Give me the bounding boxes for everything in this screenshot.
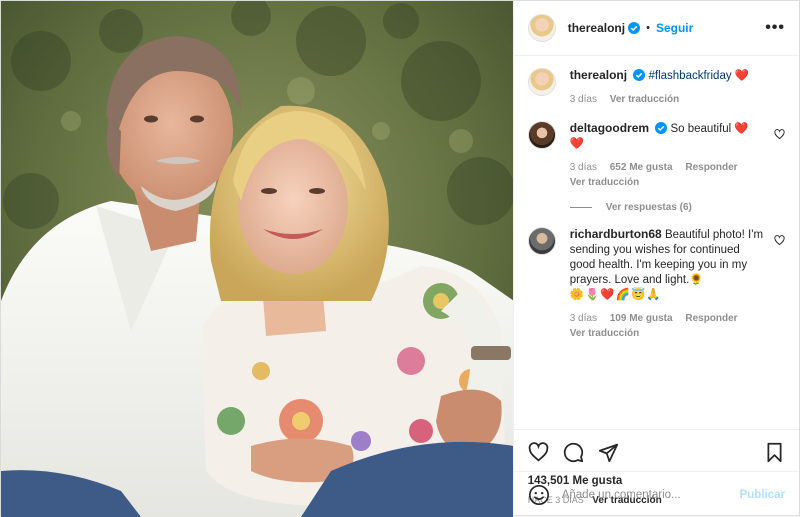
comments-list: therealonj #flashbackfriday ❤️ 3 días Ve… (514, 56, 799, 429)
comment-meta: 3 días 109 Me gusta Responder Ver traduc… (570, 311, 767, 341)
comment-like-heart-icon[interactable] (774, 129, 785, 140)
caption: therealonj #flashbackfriday ❤️ 3 días Ve… (527, 68, 785, 107)
author-avatar[interactable] (527, 14, 556, 42)
comment-likes[interactable]: 652 Me gusta (610, 162, 673, 173)
separator-dot: • (646, 22, 650, 34)
reply-button[interactable]: Responder (685, 162, 737, 173)
author-info: therealonj • Seguir (568, 21, 694, 35)
comment-translate[interactable]: Ver traducción (570, 328, 639, 339)
verified-badge-icon (655, 122, 668, 134)
view-replies-label[interactable]: Ver respuestas (6) (606, 202, 692, 213)
commenter-username[interactable]: deltagoodrem (570, 121, 649, 135)
comment-translate[interactable]: Ver traducción (570, 177, 639, 188)
commenter-avatar[interactable] (527, 227, 556, 255)
comment-time[interactable]: 3 días (570, 313, 597, 324)
comment-text: So beautiful ❤️ (670, 123, 749, 135)
post-side-panel: therealonj • Seguir ••• therealonj #flas… (512, 1, 799, 517)
instagram-post: therealonj • Seguir ••• therealonj #flas… (0, 0, 800, 517)
comment-body: richardburton68 Beautiful photo! I'm sen… (570, 227, 785, 341)
comment-composer: Publicar (513, 471, 799, 517)
post-photo[interactable] (1, 1, 513, 517)
action-bar (513, 429, 799, 475)
heart-icon[interactable] (528, 442, 549, 463)
caption-heart-emoji: ❤️ (734, 70, 750, 82)
commenter-username[interactable]: richardburton68 (570, 227, 662, 241)
bookmark-icon[interactable] (764, 442, 785, 463)
post-header: therealonj • Seguir ••• (513, 1, 799, 56)
caption-avatar[interactable] (527, 68, 556, 96)
comment-item: deltagoodrem So beautiful ❤️ ❤️ 3 días 6… (527, 121, 785, 190)
comment-meta: 3 días 652 Me gusta Responder Ver traduc… (570, 160, 767, 190)
more-options-icon[interactable]: ••• (765, 19, 785, 37)
verified-badge-icon (628, 22, 641, 34)
comment-emojis: 🌼🌷❤️🌈😇🙏 (569, 289, 662, 301)
share-icon[interactable] (598, 442, 619, 463)
emoji-icon[interactable] (528, 484, 550, 506)
caption-meta: 3 días Ver traducción (570, 92, 767, 107)
verified-badge-icon (633, 69, 646, 81)
comment-like-heart-icon[interactable] (774, 235, 785, 246)
comment-likes[interactable]: 109 Me gusta (610, 313, 673, 324)
reply-button[interactable]: Responder (685, 313, 737, 324)
caption-translate[interactable]: Ver traducción (610, 94, 679, 105)
post-photo-illustration (1, 1, 513, 517)
comment-time[interactable]: 3 días (570, 162, 597, 173)
caption-hashtag[interactable]: #flashbackfriday (648, 70, 731, 82)
comment-body: deltagoodrem So beautiful ❤️ ❤️ 3 días 6… (570, 121, 785, 190)
comment-text-line2: ❤️ (569, 138, 585, 150)
commenter-avatar[interactable] (527, 121, 556, 149)
caption-time[interactable]: 3 días (570, 94, 597, 105)
comment-icon[interactable] (563, 442, 584, 463)
caption-body: therealonj #flashbackfriday ❤️ 3 días Ve… (570, 68, 785, 107)
replies-line (569, 207, 592, 208)
view-replies[interactable]: Ver respuestas (6) (569, 202, 785, 213)
publish-button[interactable]: Publicar (740, 489, 785, 501)
follow-button[interactable]: Seguir (656, 21, 693, 35)
comment-item: richardburton68 Beautiful photo! I'm sen… (527, 227, 785, 341)
comment-input[interactable] (561, 488, 740, 501)
caption-username[interactable]: therealonj (570, 68, 627, 82)
author-username[interactable]: therealonj (568, 21, 625, 35)
